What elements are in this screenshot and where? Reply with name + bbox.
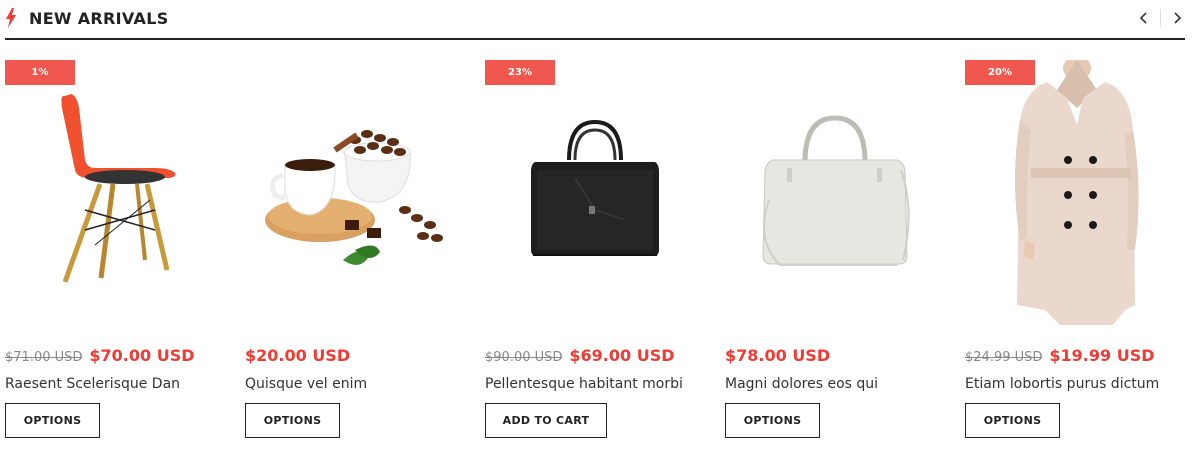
nav-divider [1160, 9, 1161, 27]
price: $20.00 USD [245, 346, 351, 365]
price: $78.00 USD [725, 346, 831, 365]
old-price: $24.99 USD [965, 350, 1043, 365]
price: $69.00 USD [569, 346, 675, 365]
price: $19.99 USD [1049, 346, 1155, 365]
product-image-chair[interactable] [5, 60, 225, 325]
product-image-black-handbag[interactable] [485, 60, 705, 325]
options-button[interactable]: OPTIONS [965, 403, 1060, 438]
price: $70.00 USD [89, 346, 195, 365]
product-image-trench-coat[interactable] [965, 56, 1185, 325]
product-image-white-handbag[interactable] [725, 60, 945, 325]
price-row: $71.00 USD $70.00 USD [5, 346, 195, 368]
product-name[interactable]: Raesent Scelerisque Dan [5, 376, 180, 392]
options-button[interactable]: OPTIONS [5, 403, 100, 438]
product-card[interactable]: 1% $71.00 USD $70.00 USD Raesent Sceleri… [5, 60, 225, 440]
product-card[interactable]: 20% $24.99 USD $19.99 USD Etiam lobortis… [965, 56, 1185, 440]
product-name[interactable]: Etiam lobortis purus dictum [965, 376, 1159, 392]
product-card[interactable]: $78.00 USD Magni dolores eos qui OPTIONS [725, 60, 945, 440]
lightning-icon [6, 8, 16, 28]
discount-badge: 23% [485, 60, 555, 85]
product-image-coffee[interactable] [245, 60, 465, 325]
product-name[interactable]: Pellentesque habitant morbi [485, 376, 683, 392]
product-name[interactable]: Quisque vel enim [245, 376, 367, 392]
old-price: $90.00 USD [485, 350, 563, 365]
options-button[interactable]: OPTIONS [725, 403, 820, 438]
carousel-nav [1136, 8, 1185, 28]
price-row: $78.00 USD [725, 346, 830, 368]
product-card[interactable]: 23% $90.00 USD $69.00 USD Pellentesque h… [485, 60, 705, 440]
old-price: $71.00 USD [5, 350, 83, 365]
chevron-left-icon[interactable] [1136, 8, 1152, 28]
chevron-right-icon[interactable] [1169, 8, 1185, 28]
price-row: $90.00 USD $69.00 USD [485, 346, 675, 368]
section-header: NEW ARRIVALS [5, 0, 1185, 40]
discount-badge: 20% [965, 60, 1035, 85]
discount-badge: 1% [5, 60, 75, 85]
price-row: $20.00 USD [245, 346, 350, 368]
add-to-cart-button[interactable]: ADD TO CART [485, 403, 607, 438]
options-button[interactable]: OPTIONS [245, 403, 340, 438]
section-title: NEW ARRIVALS [29, 9, 169, 28]
price-row: $24.99 USD $19.99 USD [965, 346, 1155, 368]
product-card[interactable]: $20.00 USD Quisque vel enim OPTIONS [245, 60, 465, 440]
product-name[interactable]: Magni dolores eos qui [725, 376, 878, 392]
